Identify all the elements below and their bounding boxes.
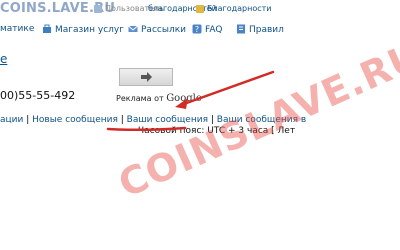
arrow-right-icon (141, 72, 152, 82)
shop-icon (43, 24, 51, 33)
link-new-posts[interactable]: Новые сообщения (32, 115, 118, 125)
ad-button[interactable] (119, 68, 173, 86)
ad-caption-text: Реклама от (116, 94, 164, 103)
ad-caption[interactable]: Реклама от Google (116, 93, 202, 104)
left-link[interactable]: e (0, 52, 7, 66)
thanks-icon (196, 4, 204, 13)
user-icon (94, 4, 102, 13)
google-logo: Google (166, 93, 202, 104)
nav-item-mailings-label: Рассылки (141, 25, 186, 35)
thanks-link[interactable]: Благодарности (196, 4, 272, 13)
rules-icon (237, 24, 245, 34)
link-partial[interactable]: ации (0, 115, 23, 125)
nav-item-shop[interactable]: Магазин услуг (42, 24, 124, 35)
link-your-posts[interactable]: Ваши сообщения (127, 115, 208, 125)
nav-item-mailings[interactable]: Рассылки (128, 24, 186, 35)
top-bar: COINS.LAVE.RU Пользователь благодарносте… (0, 0, 400, 17)
nav-item-shop-label: Магазин услуг (55, 25, 124, 35)
nav-item-faq-label: FAQ (205, 25, 223, 35)
annotation-overlay (106, 70, 275, 132)
svg-text:?: ? (195, 25, 199, 34)
nav-item-faq[interactable]: ? FAQ (192, 24, 222, 35)
nav-item-math[interactable]: матике (0, 24, 34, 34)
phone-number: 00)55-55-492 (0, 89, 76, 102)
faq-icon: ? (192, 24, 202, 34)
mail-icon (128, 25, 138, 32)
nav-item-rules[interactable]: Правил (236, 24, 284, 35)
nav-item-rules-label: Правил (249, 25, 284, 35)
thanks-link-label: Благодарности (207, 4, 272, 13)
